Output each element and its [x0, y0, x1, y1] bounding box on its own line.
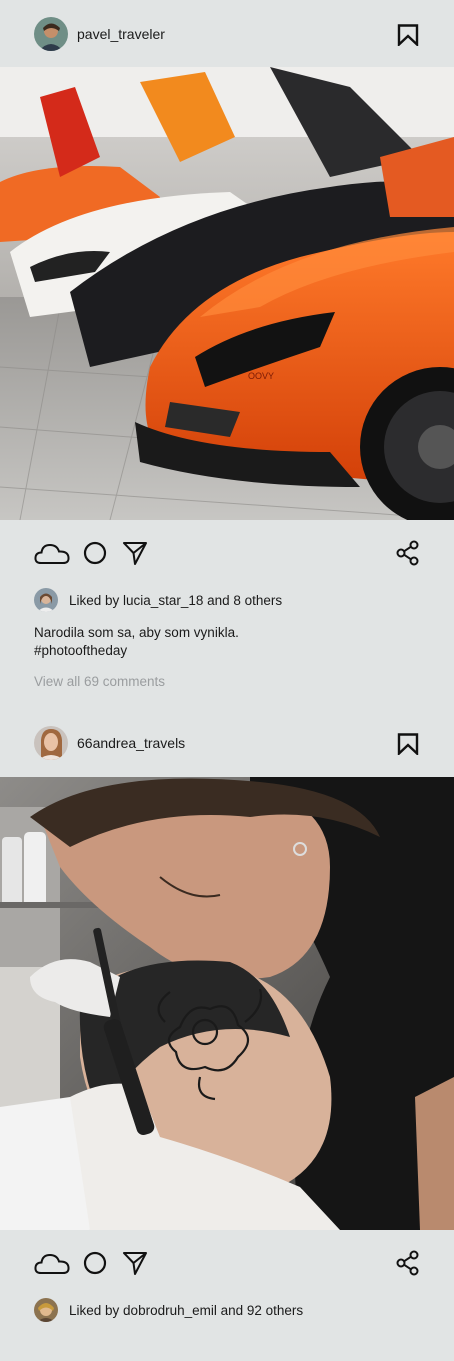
- cloud-icon[interactable]: [34, 542, 70, 566]
- liked-by-user-link[interactable]: lucia_star_18: [123, 593, 203, 608]
- liked-by-user-link[interactable]: dobrodruh_emil: [123, 1303, 217, 1318]
- circle-icon[interactable]: [83, 541, 107, 565]
- circle-icon[interactable]: [83, 1251, 107, 1275]
- likes-others-link[interactable]: and 8 others: [203, 593, 282, 608]
- username[interactable]: pavel_traveler: [77, 26, 165, 42]
- view-comments-link[interactable]: View all 69 comments: [0, 660, 454, 689]
- post-header: pavel_traveler: [0, 0, 454, 67]
- avatar[interactable]: [34, 1298, 58, 1322]
- likes-text: Liked by lucia_star_18 and 8 others: [69, 593, 282, 608]
- bookmark-icon[interactable]: [397, 733, 419, 755]
- cloud-icon[interactable]: [34, 1252, 70, 1276]
- username[interactable]: 66andrea_travels: [77, 735, 185, 751]
- svg-text:OOVY: OOVY: [248, 371, 274, 381]
- post-header: 66andrea_travels: [0, 708, 454, 777]
- bookmark-icon[interactable]: [397, 24, 419, 46]
- likes-row: Liked by lucia_star_18 and 8 others: [0, 586, 454, 614]
- likes-prefix: Liked by: [69, 1302, 124, 1318]
- action-bar: [0, 1230, 454, 1296]
- send-icon[interactable]: [122, 540, 148, 566]
- send-icon[interactable]: [122, 1250, 148, 1276]
- hashtag-link[interactable]: #photooftheday: [34, 642, 420, 660]
- likes-row: Liked by dobrodruh_emil and 92 others: [0, 1296, 454, 1324]
- likes-prefix: Liked by: [69, 592, 124, 608]
- avatar[interactable]: [34, 725, 68, 760]
- post-1: pavel_traveler OOVY Liked by lucia_star_…: [0, 0, 454, 689]
- share-icon[interactable]: [396, 1250, 420, 1276]
- action-bar: [0, 520, 454, 586]
- share-icon[interactable]: [396, 540, 420, 566]
- avatar[interactable]: [34, 588, 58, 612]
- likes-text: Liked by dobrodruh_emil and 92 others: [69, 1303, 303, 1318]
- post-photo-tattoo: [0, 777, 454, 1230]
- post-2: 66andrea_travels Liked by dobrodruh_emil…: [0, 708, 454, 1324]
- caption: Narodila som sa, aby som vynikla. #photo…: [0, 614, 454, 660]
- avatar[interactable]: [34, 16, 68, 51]
- caption-text: Narodila som sa, aby som vynikla.: [34, 625, 239, 640]
- post-photo-cars: OOVY: [0, 67, 454, 520]
- likes-others-link[interactable]: and 92 others: [217, 1303, 304, 1318]
